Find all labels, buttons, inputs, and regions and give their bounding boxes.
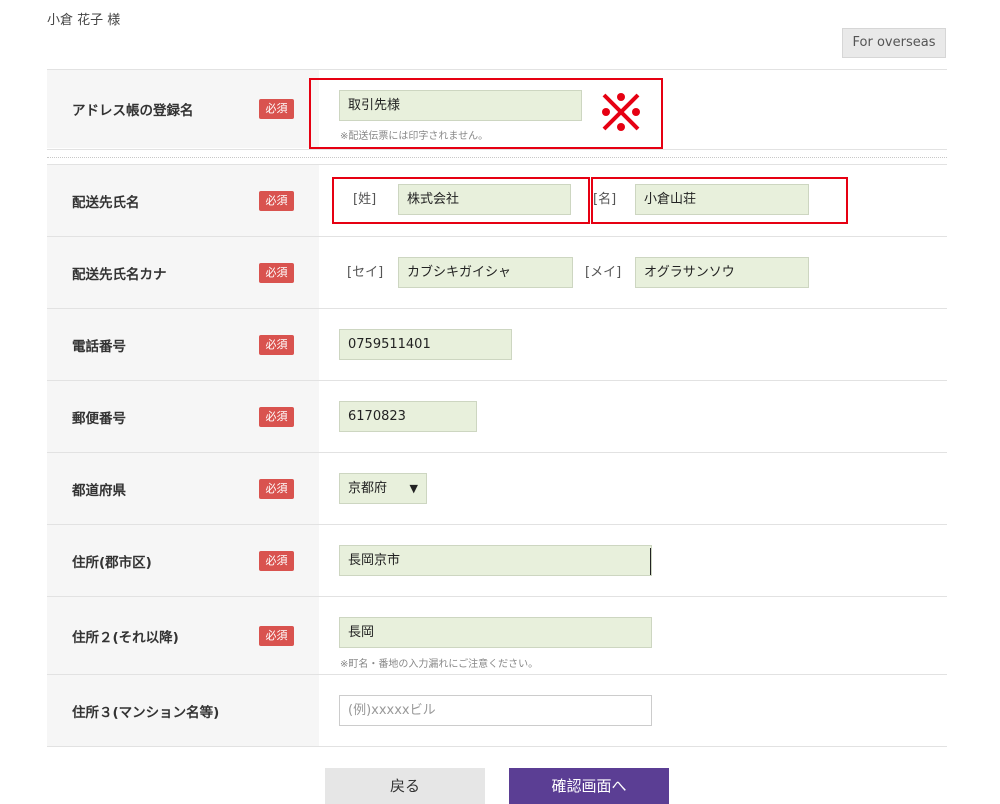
user-name: 小倉 花子 様	[47, 13, 121, 28]
row-address2: 住所２(それ以降) 必須 長岡 ※町名・番地の入力漏れにご注意ください。	[47, 597, 947, 674]
required-badge: 必須	[259, 478, 294, 499]
divider	[47, 746, 947, 747]
required-badge: 必須	[259, 190, 294, 211]
first-kana-prefix: [メイ]	[585, 265, 622, 280]
recipient-name-label: 配送先氏名	[72, 194, 140, 211]
highlight-box	[332, 177, 590, 224]
row-address1: 住所(郡市区) 必須 長岡京市	[47, 525, 947, 596]
address3-label: 住所３(マンション名等)	[72, 704, 220, 721]
address2-input[interactable]: 長岡	[339, 617, 652, 648]
label-cell: 電話番号 必須	[47, 309, 319, 380]
address2-note: ※町名・番地の入力漏れにご注意ください。	[340, 659, 539, 670]
address1-label: 住所(郡市区)	[72, 554, 152, 571]
last-kana-input[interactable]: カブシキガイシャ	[398, 257, 573, 288]
required-badge: 必須	[259, 550, 294, 571]
chevron-down-icon: ▼	[409, 482, 418, 495]
dotted-divider	[47, 157, 947, 158]
label-cell: 都道府県 必須	[47, 453, 319, 524]
prefecture-selected-value: 京都府	[348, 481, 388, 496]
label-cell: アドレス帳の登録名 必須	[47, 70, 319, 148]
for-overseas-button[interactable]: For overseas	[842, 28, 946, 58]
highlight-box	[591, 177, 848, 224]
label-cell: 配送先氏名 必須	[47, 165, 319, 236]
address1-input[interactable]: 長岡京市	[339, 545, 652, 576]
last-kana-prefix: [セイ]	[347, 265, 384, 280]
row-recipient-kana: 配送先氏名カナ 必須 [セイ] カブシキガイシャ [メイ] オグラサンソウ	[47, 237, 947, 308]
label-cell: 郵便番号 必須	[47, 381, 319, 452]
postal-code-label: 郵便番号	[72, 410, 126, 427]
required-badge: 必須	[259, 625, 294, 646]
postal-code-input[interactable]: 6170823	[339, 401, 477, 432]
label-cell: 住所３(マンション名等)	[47, 675, 319, 746]
address-book-name-label: アドレス帳の登録名	[72, 103, 194, 119]
divider	[47, 149, 947, 150]
phone-label: 電話番号	[72, 338, 126, 355]
required-badge: 必須	[259, 99, 294, 119]
label-cell: 配送先氏名カナ 必須	[47, 237, 319, 308]
confirm-button[interactable]: 確認画面へ	[509, 768, 669, 804]
row-postal-code: 郵便番号 必須 6170823	[47, 381, 947, 452]
row-phone: 電話番号 必須 0759511401	[47, 309, 947, 380]
back-button[interactable]: 戻る	[325, 768, 485, 804]
label-cell: 住所(郡市区) 必須	[47, 525, 319, 596]
reference-mark-icon	[602, 93, 640, 131]
required-badge: 必須	[259, 406, 294, 427]
text-cursor	[650, 548, 651, 575]
label-cell: 住所２(それ以降) 必須	[47, 597, 319, 674]
first-kana-input[interactable]: オグラサンソウ	[635, 257, 809, 288]
prefecture-label: 都道府県	[72, 482, 126, 499]
address2-label: 住所２(それ以降)	[72, 629, 179, 646]
address1-value: 長岡京市	[348, 553, 401, 568]
address3-input[interactable]: (例)xxxxxビル	[339, 695, 652, 726]
required-badge: 必須	[259, 262, 294, 283]
row-address3: 住所３(マンション名等) (例)xxxxxビル	[47, 675, 947, 746]
required-badge: 必須	[259, 334, 294, 355]
prefecture-select[interactable]: 京都府 ▼	[339, 473, 427, 504]
phone-input[interactable]: 0759511401	[339, 329, 512, 360]
row-prefecture: 都道府県 必須 京都府 ▼	[47, 453, 947, 524]
recipient-kana-label: 配送先氏名カナ	[72, 266, 167, 283]
